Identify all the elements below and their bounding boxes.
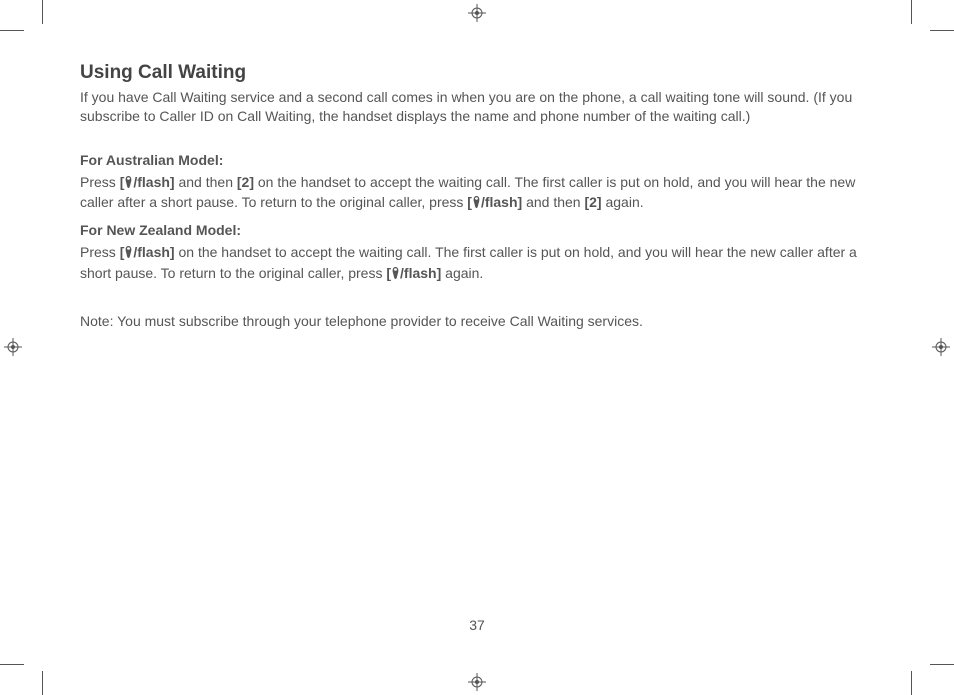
key-2: [2]: [584, 194, 601, 210]
text: and then: [175, 174, 237, 190]
key-2: [2]: [237, 174, 254, 190]
page-number: 37: [0, 617, 954, 633]
subhead-australian: For Australian Model:: [80, 152, 880, 168]
key-flash: [/flash]: [120, 174, 175, 190]
registration-mark-icon: [4, 338, 22, 356]
key-flash: [/flash]: [386, 265, 441, 281]
registration-mark-icon: [468, 4, 486, 22]
subhead-newzealand: For New Zealand Model:: [80, 222, 880, 238]
intro-paragraph: If you have Call Waiting service and a s…: [80, 88, 880, 126]
crop-mark: [42, 671, 43, 695]
manual-page: Using Call Waiting If you have Call Wait…: [0, 0, 954, 695]
key-flash: [/flash]: [120, 244, 175, 260]
crop-mark: [0, 664, 24, 665]
paragraph-australian: Press [/flash] and then [2] on the hands…: [80, 172, 880, 213]
registration-mark-icon: [468, 673, 486, 691]
talk-icon: [124, 173, 133, 185]
talk-icon: [124, 243, 133, 255]
note-text: Note: You must subscribe through your te…: [80, 313, 880, 329]
crop-mark: [0, 30, 24, 31]
talk-icon: [391, 264, 400, 276]
text: again.: [602, 194, 644, 210]
registration-mark-icon: [932, 338, 950, 356]
crop-mark: [930, 30, 954, 31]
talk-icon: [472, 193, 481, 205]
crop-mark: [911, 671, 912, 695]
crop-mark: [911, 0, 912, 24]
text: again.: [441, 265, 483, 281]
key-flash: [/flash]: [467, 194, 522, 210]
crop-mark: [42, 0, 43, 24]
section-heading: Using Call Waiting: [80, 62, 880, 84]
crop-mark: [930, 664, 954, 665]
content-area: Using Call Waiting If you have Call Wait…: [80, 62, 880, 329]
text: Press: [80, 244, 120, 260]
paragraph-newzealand: Press [/flash] on the handset to accept …: [80, 242, 880, 283]
text: Press: [80, 174, 120, 190]
text: and then: [522, 194, 584, 210]
